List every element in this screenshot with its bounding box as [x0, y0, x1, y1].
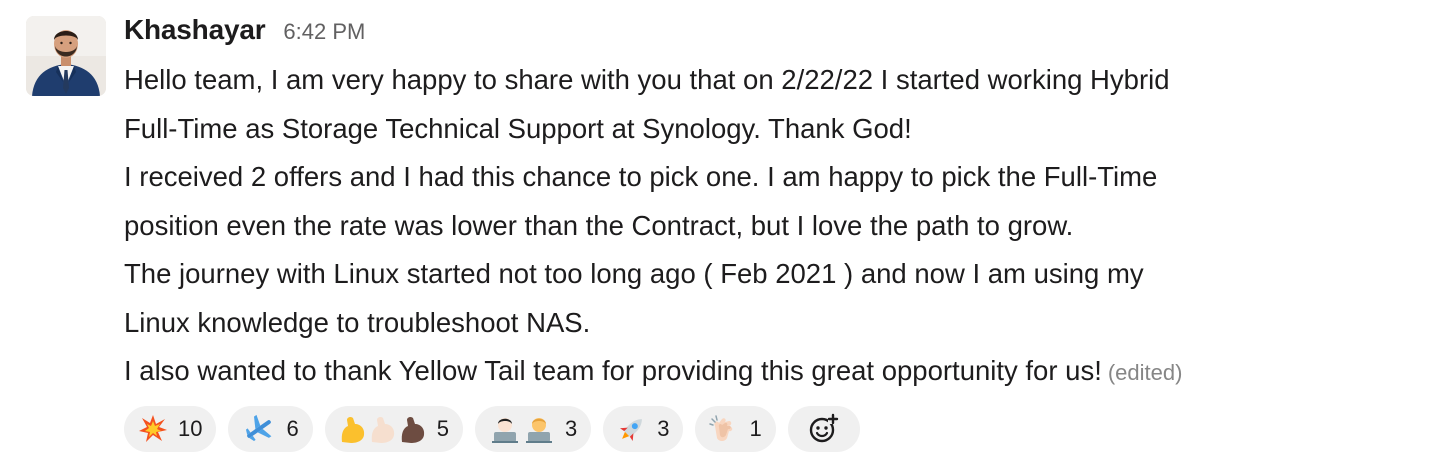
reaction-count: 5 — [436, 416, 449, 441]
message-line: I received 2 offers and I had this chanc… — [124, 161, 1158, 192]
reaction-collision[interactable]: 10 — [124, 406, 217, 452]
reactions-bar: 10 6 5 3 3 1 — [124, 406, 860, 452]
reaction-clapping-hands[interactable]: 1 — [695, 406, 776, 452]
message-line-last: I also wanted to thank Yellow Tail team … — [124, 347, 1414, 398]
technologists-icon — [489, 414, 555, 444]
author-name[interactable]: Khashayar — [124, 14, 266, 46]
edited-label: (edited) — [1107, 360, 1183, 385]
add-reaction-icon — [807, 412, 841, 446]
reaction-count: 3 — [657, 416, 670, 441]
reaction-airplane[interactable]: 6 — [228, 406, 313, 452]
avatar[interactable] — [26, 16, 106, 96]
airplane-icon — [242, 414, 276, 444]
reaction-count: 6 — [286, 416, 299, 441]
collision-icon — [138, 414, 168, 444]
reaction-rocket[interactable]: 3 — [603, 406, 684, 452]
reaction-count: 1 — [749, 416, 762, 441]
message-content: Khashayar 6:42 PM Hello team, I am very … — [124, 14, 1414, 398]
flexed-biceps-skin-tones-icon — [339, 414, 427, 444]
message-line: I also wanted to thank Yellow Tail team … — [124, 355, 1102, 386]
clapping-hands-icon — [709, 414, 739, 444]
message-body: Hello team, I am very happy to share wit… — [124, 56, 1414, 398]
add-reaction-button[interactable] — [787, 406, 860, 452]
message-line: The journey with Linux started not too l… — [124, 258, 1144, 289]
message-line: Full-Time as Storage Technical Support a… — [124, 112, 912, 144]
message-line: Linux knowledge to troubleshoot NAS. — [124, 306, 591, 338]
avatar-photo — [26, 16, 106, 96]
message: Khashayar 6:42 PM Hello team, I am very … — [0, 0, 1432, 476]
reaction-count: 3 — [564, 416, 578, 441]
message-header: Khashayar 6:42 PM — [124, 14, 1414, 54]
message-line: Hello team, I am very happy to share wit… — [124, 64, 1170, 95]
reaction-count: 10 — [178, 416, 203, 441]
message-line: position even the rate was lower than th… — [124, 209, 1074, 241]
timestamp[interactable]: 6:42 PM — [283, 19, 365, 45]
reaction-technologists[interactable]: 3 — [474, 406, 592, 452]
reaction-flexed-biceps[interactable]: 5 — [324, 406, 463, 452]
rocket-icon — [617, 414, 647, 444]
